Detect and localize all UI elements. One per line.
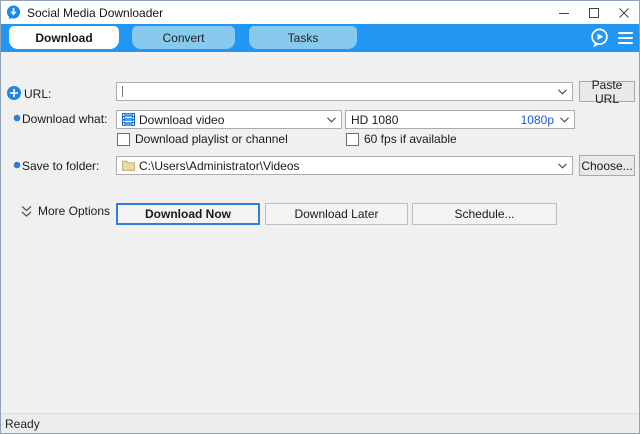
url-combo[interactable]: [116, 82, 573, 101]
messenger-bubble-icon[interactable]: [589, 27, 610, 49]
window-title: Social Media Downloader: [27, 5, 164, 20]
paste-url-button[interactable]: Paste URL: [579, 78, 635, 106]
quality-combo[interactable]: HD 1080 1080p: [345, 110, 575, 129]
window-controls: [549, 1, 639, 24]
download-now-button[interactable]: Download Now: [116, 203, 260, 225]
minimize-button[interactable]: [549, 1, 579, 24]
download-what-value: Download video: [139, 112, 225, 127]
title-bar: Social Media Downloader: [1, 1, 639, 24]
app-logo-icon: [6, 5, 21, 20]
bullet-icon: [13, 114, 21, 122]
minimize-icon: [559, 12, 569, 14]
hamburger-menu-icon[interactable]: [618, 32, 633, 44]
save-to-label: Save to folder:: [22, 159, 100, 173]
close-icon: [619, 7, 629, 18]
checkbox-box[interactable]: [346, 132, 359, 146]
checkbox-label: Download playlist or channel: [135, 132, 288, 146]
url-input[interactable]: [129, 84, 554, 99]
bullet-icon: [13, 161, 21, 169]
tab-download-label: Download: [35, 30, 93, 45]
double-chevron-down-icon: [21, 205, 32, 217]
filmstrip-icon: [122, 113, 135, 126]
download-what-combo[interactable]: Download video: [116, 110, 342, 129]
tab-strip: Download Convert Tasks: [1, 24, 639, 52]
plus-circle-icon: [7, 86, 21, 100]
tab-download[interactable]: Download: [9, 26, 119, 49]
download-later-button[interactable]: Download Later: [265, 203, 408, 225]
checkbox-60fps[interactable]: 60 fps if available: [346, 132, 457, 146]
save-folder-path: C:\Users\Administrator\Videos: [139, 158, 300, 173]
tab-convert[interactable]: Convert: [132, 26, 235, 49]
checkbox-download-playlist[interactable]: Download playlist or channel: [117, 132, 288, 146]
chevron-down-icon: [560, 116, 569, 123]
close-button[interactable]: [609, 1, 639, 24]
checkbox-label: 60 fps if available: [364, 132, 457, 146]
choose-folder-button[interactable]: Choose...: [579, 155, 635, 176]
save-folder-combo[interactable]: C:\Users\Administrator\Videos: [116, 156, 573, 175]
app-window: Social Media Downloader Download Convert…: [0, 0, 640, 434]
status-text: Ready: [5, 416, 40, 431]
url-label: URL:: [24, 87, 52, 101]
download-what-label: Download what:: [22, 112, 108, 126]
chevron-down-icon: [558, 162, 567, 169]
chevron-down-icon: [558, 88, 567, 95]
more-options-label: More Options: [38, 204, 111, 218]
tab-tasks-label: Tasks: [287, 30, 319, 45]
tab-convert-label: Convert: [162, 30, 205, 45]
tab-tasks[interactable]: Tasks: [249, 26, 357, 49]
folder-icon: [122, 160, 135, 171]
maximize-button[interactable]: [579, 1, 609, 24]
status-bar: Ready: [1, 413, 639, 433]
text-caret: [122, 86, 123, 97]
maximize-icon: [589, 7, 599, 18]
quality-tag: 1080p: [520, 112, 554, 127]
chevron-down-icon: [327, 116, 336, 123]
quality-name: HD 1080: [351, 112, 399, 127]
schedule-button[interactable]: Schedule...: [412, 203, 557, 225]
more-options-toggle[interactable]: More Options: [20, 204, 110, 218]
checkbox-box[interactable]: [117, 132, 130, 146]
